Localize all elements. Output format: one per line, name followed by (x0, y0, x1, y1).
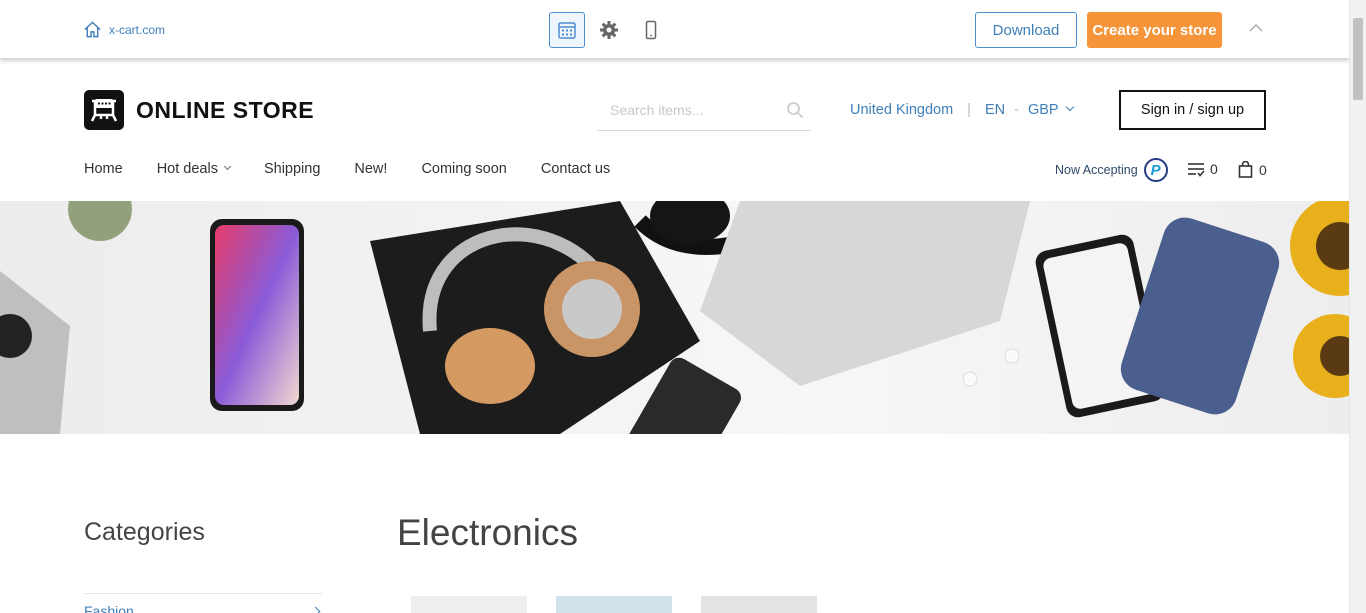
home-link-label: x-cart.com (109, 22, 166, 37)
mobile-phone-icon (645, 20, 657, 40)
categories-title: Categories (84, 518, 205, 546)
nav-item-label: Home (84, 161, 123, 177)
chevron-down-icon (223, 162, 231, 170)
nav-item-coming-soon[interactable]: Coming soon (421, 161, 506, 177)
download-button[interactable]: Download (975, 12, 1077, 48)
product-thumbnail[interactable] (556, 596, 672, 613)
nav-item-label: Hot deals (156, 161, 218, 177)
nav-item-contact-us[interactable]: Contact us (541, 161, 610, 177)
categories-divider (84, 593, 322, 594)
store-logo[interactable]: ONLINE STORE (84, 90, 314, 130)
section-title: Electronics (397, 512, 578, 553)
category-label: Fashion (84, 603, 134, 613)
nav-item-shipping[interactable]: Shipping (264, 161, 320, 177)
compare-count: 0 (1210, 161, 1218, 177)
banner-image (0, 201, 1349, 434)
now-accepting: Now Accepting P (1055, 158, 1168, 182)
compare-list-icon (1188, 163, 1205, 177)
locale-divider: | (967, 102, 971, 118)
demo-bar: x-cart.com Download Create your store (0, 0, 1349, 59)
gear-icon (600, 21, 618, 39)
shopping-bag-icon (1238, 161, 1253, 178)
category-item-fashion[interactable]: Fashion (84, 603, 322, 613)
page: x-cart.com Download Create your store ON… (0, 0, 1366, 613)
scrollbar-thumb[interactable] (1353, 18, 1363, 100)
signin-button[interactable]: Sign in / sign up (1119, 90, 1266, 130)
chevron-up-icon[interactable] (1248, 22, 1264, 34)
hero-banner[interactable] (0, 201, 1349, 434)
chevron-down-icon (1065, 102, 1074, 112)
nav-item-hot-deals[interactable]: Hot deals (156, 161, 231, 177)
storefront-view-button[interactable] (549, 12, 585, 48)
search-input[interactable] (597, 92, 772, 128)
logo-text: ONLINE STORE (136, 96, 315, 123)
nav-item-label: Shipping (263, 161, 321, 177)
locale-selector: United Kingdom | EN - GBP (850, 102, 1074, 118)
page-scrollbar[interactable] (1349, 0, 1366, 613)
product-thumbnail[interactable] (701, 596, 817, 613)
calendar-icon (558, 22, 576, 39)
search-icon[interactable] (786, 101, 804, 119)
language-selector[interactable]: EN (985, 102, 1005, 118)
view-switcher (549, 12, 669, 48)
admin-view-button[interactable] (591, 12, 627, 48)
cart-count: 0 (1259, 161, 1267, 178)
locale-dash: - (1014, 102, 1019, 118)
nav-item-home[interactable]: Home (84, 161, 123, 177)
country-selector[interactable]: United Kingdom (850, 102, 953, 118)
mobile-view-button[interactable] (633, 12, 669, 48)
currency-selector[interactable]: GBP (1028, 102, 1059, 118)
home-icon (84, 21, 101, 38)
compare-list[interactable]: 0 (1187, 161, 1218, 177)
main-nav: Home Hot deals Shipping New! Coming soon… (84, 161, 644, 177)
product-thumbnail[interactable] (411, 596, 527, 613)
cart-logo-icon (84, 90, 124, 130)
search-box (597, 92, 811, 131)
home-link[interactable]: x-cart.com (83, 20, 165, 39)
nav-item-label: Coming soon (421, 161, 507, 177)
paypal-icon: P (1143, 158, 1168, 182)
cart[interactable]: 0 (1238, 161, 1267, 178)
nav-item-label: Contact us (540, 161, 611, 177)
now-accepting-label: Now Accepting (1055, 163, 1138, 177)
create-store-button[interactable]: Create your store (1087, 12, 1222, 48)
nav-item-label: New! (354, 161, 388, 177)
nav-item-new[interactable]: New! (354, 161, 387, 177)
chevron-right-icon (310, 606, 321, 613)
